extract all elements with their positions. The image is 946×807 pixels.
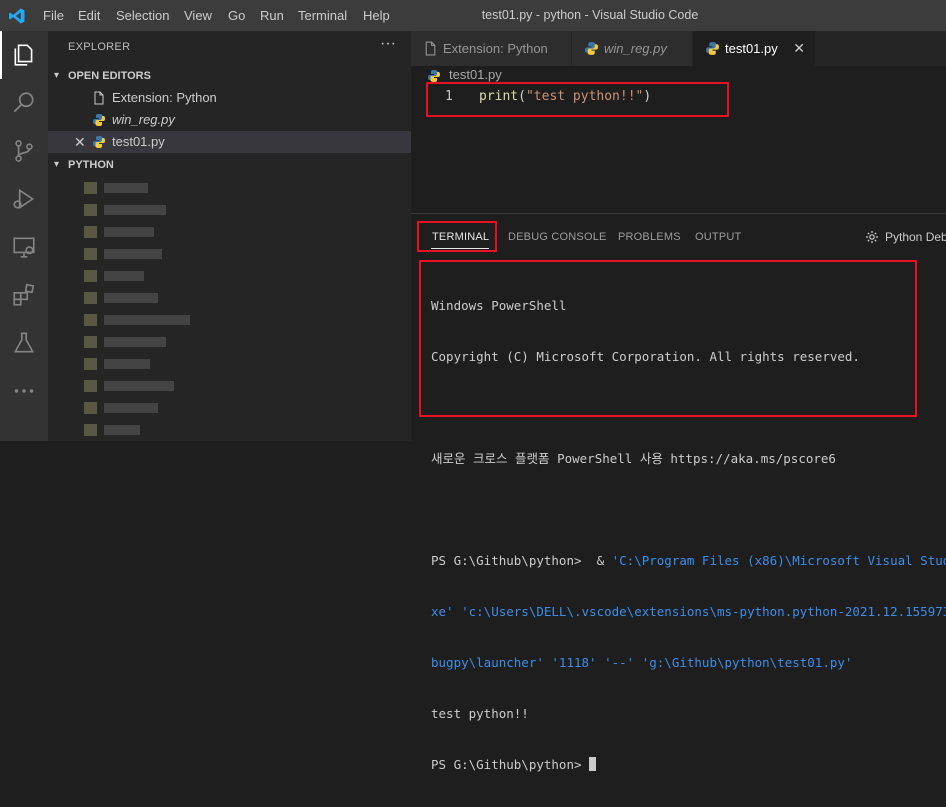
tab-extension-python[interactable]: Extension: Python — [411, 31, 572, 66]
menu-view[interactable]: View — [184, 0, 212, 31]
vscode-logo-icon — [9, 8, 25, 24]
terminal-prompt: PS G:\Github\python> — [431, 757, 590, 772]
chevron-down-icon: ▾ — [54, 159, 60, 170]
testing-icon[interactable] — [0, 319, 48, 367]
terminal-command-wrap: bugpy\launcher' '1118' '--' 'g:\Github\p… — [431, 655, 853, 670]
menu-edit[interactable]: Edit — [78, 0, 100, 31]
terminal-prompt-line: PS G:\Github\python> — [431, 756, 946, 773]
files-icon[interactable] — [0, 31, 48, 79]
sidebar-title: EXPLORER — [68, 41, 131, 53]
tab-label: test01.py — [725, 41, 778, 56]
terminal-program-output: test python!! — [431, 706, 529, 721]
python-icon — [585, 42, 598, 55]
debug-config-label: Python Debu — [885, 230, 946, 244]
search-icon[interactable] — [0, 79, 48, 127]
run-debug-icon[interactable] — [0, 175, 48, 223]
remote-explorer-icon[interactable] — [0, 223, 48, 271]
open-editor-label: Extension: Python — [112, 90, 217, 105]
menu-selection[interactable]: Selection — [116, 0, 169, 31]
open-editor-extension-python[interactable]: Extension: Python — [48, 87, 411, 109]
open-editor-label: win_reg.py — [112, 112, 175, 127]
terminal-line: 새로운 크로스 플랫폼 PowerShell 사용 https://aka.ms… — [431, 451, 836, 466]
active-indicator — [0, 31, 2, 79]
tab-problems[interactable]: PROBLEMS — [618, 214, 681, 260]
terminal-cursor — [589, 757, 597, 771]
terminal-prompt: PS G:\Github\python> — [431, 553, 590, 568]
python-folder-label: PYTHON — [68, 159, 114, 171]
breadcrumb-label: test01.py — [449, 67, 502, 82]
close-icon[interactable]: ✕ — [74, 131, 86, 153]
menu-run[interactable]: Run — [260, 0, 284, 31]
menu-go[interactable]: Go — [228, 0, 245, 31]
open-editor-label: test01.py — [112, 134, 165, 149]
tab-output[interactable]: OUTPUT — [695, 214, 741, 260]
close-icon[interactable]: ✕ — [793, 31, 805, 66]
tab-win-reg[interactable]: win_reg.py — [572, 31, 693, 66]
file-icon — [94, 91, 104, 105]
python-folder-header[interactable]: ▾ PYTHON — [48, 154, 411, 176]
more-icon[interactable] — [0, 367, 48, 415]
activity-bar — [0, 31, 48, 441]
open-editor-test01[interactable]: ✕ test01.py — [48, 131, 411, 153]
tab-label: Extension: Python — [443, 41, 548, 56]
bottom-panel: TERMINAL DEBUG CONSOLE PROBLEMS OUTPUT P… — [411, 213, 946, 772]
python-icon — [706, 42, 719, 55]
explorer-sidebar: EXPLORER ··· ▾ OPEN EDITORS Extension: P… — [48, 31, 411, 441]
editor-tab-bar: Extension: Python win_reg.py test01.py ✕ — [411, 31, 946, 66]
terminal-command-wrap: xe' 'c:\Users\DELL\.vscode\extensions\ms… — [431, 604, 946, 619]
gear-icon — [866, 231, 878, 243]
tab-test01[interactable]: test01.py ✕ — [693, 31, 816, 66]
open-editors-label: OPEN EDITORS — [68, 70, 151, 82]
open-editor-win-reg[interactable]: win_reg.py — [48, 109, 411, 131]
python-icon — [93, 114, 105, 126]
terminal-command-line: PS G:\Github\python> & 'C:\Program Files… — [431, 552, 946, 569]
menu-terminal[interactable]: Terminal — [298, 0, 347, 31]
menu-help[interactable]: Help — [363, 0, 390, 31]
terminal-tab-highlight-box — [417, 221, 497, 252]
title-bar: File Edit Selection View Go Run Terminal… — [0, 0, 946, 31]
file-icon — [425, 41, 436, 56]
more-actions-icon[interactable]: ··· — [380, 35, 396, 53]
terminal-command: 'C:\Program Files (x86)\Microsoft Visual… — [611, 553, 946, 568]
python-icon — [428, 70, 440, 82]
editor-area: Extension: Python win_reg.py test01.py ✕… — [411, 31, 946, 772]
code-highlight-box — [426, 82, 729, 117]
terminal-highlight-box — [419, 260, 917, 417]
source-control-icon[interactable] — [0, 127, 48, 175]
open-editors-header[interactable]: ▾ OPEN EDITORS — [48, 65, 411, 87]
tab-debug-console[interactable]: DEBUG CONSOLE — [508, 214, 607, 260]
extensions-icon[interactable] — [0, 271, 48, 319]
terminal-operator: & — [589, 553, 612, 568]
menu-file[interactable]: File — [43, 0, 64, 31]
chevron-down-icon: ▾ — [54, 70, 60, 81]
tab-label: win_reg.py — [604, 41, 667, 56]
window-title: test01.py - python - Visual Studio Code — [481, 8, 699, 22]
python-icon — [93, 136, 105, 148]
